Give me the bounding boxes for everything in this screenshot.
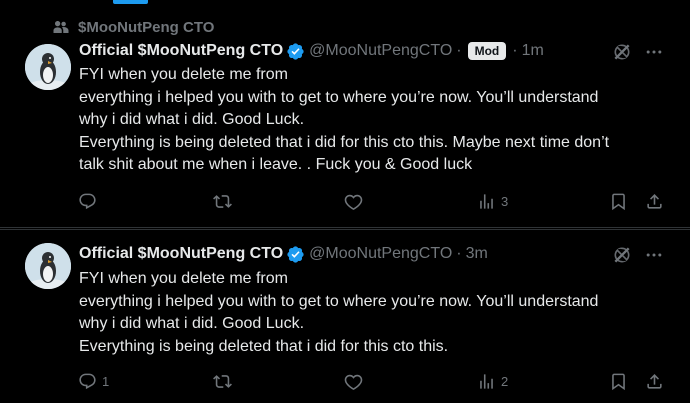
handle[interactable]: @MooNutPengCTO [309,245,452,263]
repost-button[interactable] [213,192,237,211]
post-header: Official $MooNutPeng CTO @MooNutPengCTO … [79,40,544,62]
active-tab-indicator [113,0,148,4]
share-button[interactable] [645,192,664,211]
share-icon [647,194,662,209]
display-name[interactable]: Official $MooNutPeng CTO [79,42,283,60]
post-text-line: why i did what i did. Good Luck. [79,315,305,332]
repost-icon [213,195,232,208]
reply-count: 1 [102,374,110,389]
post-text-line: Everything is being deleted that i did f… [79,337,449,355]
more-icon[interactable] [644,42,664,62]
post-text: FYI when you delete me from everything i… [79,64,669,177]
like-icon [344,374,363,390]
reply-button[interactable]: 1 [78,372,109,391]
post[interactable]: Official $MooNutPeng CTO @MooNutPengCTO … [0,229,690,403]
post-top-actions [612,245,664,265]
post-text-line: everything i helped you with to get to w… [79,292,599,310]
timestamp[interactable]: 1m [522,42,544,60]
like-button[interactable] [344,372,368,391]
timestamp[interactable]: 3m [466,245,488,263]
verified-badge-icon[interactable] [286,42,305,61]
more-icon[interactable] [644,245,664,265]
post-text-line: everything i helped you with to get to w… [79,88,599,106]
reply-icon [79,193,96,210]
bookmark-icon [612,193,625,211]
separator: · [512,42,518,59]
post-text-line: why i did what i did. Good Luck. [79,111,305,128]
like-icon [344,194,363,210]
reply-icon [79,373,96,390]
views-count: 2 [501,374,509,389]
grok-icon[interactable] [612,42,632,62]
post-text-line: talk shit about me when i leave. . Fuck … [79,156,473,173]
share-icon [647,374,662,389]
bookmark-button[interactable] [609,372,628,391]
post-text-line: FYI when you delete me from [79,66,288,83]
post-top-actions [612,42,664,62]
community-label: $MooNutPeng CTO [78,18,215,36]
post-text-line: Everything is being deleted that i did f… [79,133,610,151]
views-button[interactable]: 2 [477,372,508,391]
share-button[interactable] [645,372,664,391]
like-button[interactable] [344,192,368,211]
post-actions: 1 2 [78,372,664,394]
bookmark-button[interactable] [609,192,628,211]
repost-button[interactable] [213,372,237,391]
handle[interactable]: @MooNutPengCTO [309,42,452,60]
mod-badge: Mod [467,42,507,60]
views-icon [480,194,493,209]
post[interactable]: Official $MooNutPeng CTO @MooNutPengCTO … [0,35,690,228]
grok-icon[interactable] [612,245,632,265]
post-header: Official $MooNutPeng CTO @MooNutPengCTO … [79,243,488,265]
post-actions: 3 [78,192,664,214]
views-count: 3 [501,194,509,209]
avatar[interactable] [25,243,71,289]
verified-badge-icon[interactable] [286,245,305,264]
repost-icon [213,375,232,388]
bookmark-icon [612,373,625,391]
reply-button[interactable] [78,192,102,211]
avatar[interactable] [25,44,71,90]
views-button[interactable]: 3 [477,192,508,211]
community-icon [53,21,69,33]
views-icon [480,374,493,389]
separator: · [456,245,462,262]
display-name[interactable]: Official $MooNutPeng CTO [79,245,283,263]
post-text: FYI when you delete me from everything i… [79,268,669,358]
post-text-line: FYI when you delete me from [79,270,288,287]
separator: · [456,42,462,59]
